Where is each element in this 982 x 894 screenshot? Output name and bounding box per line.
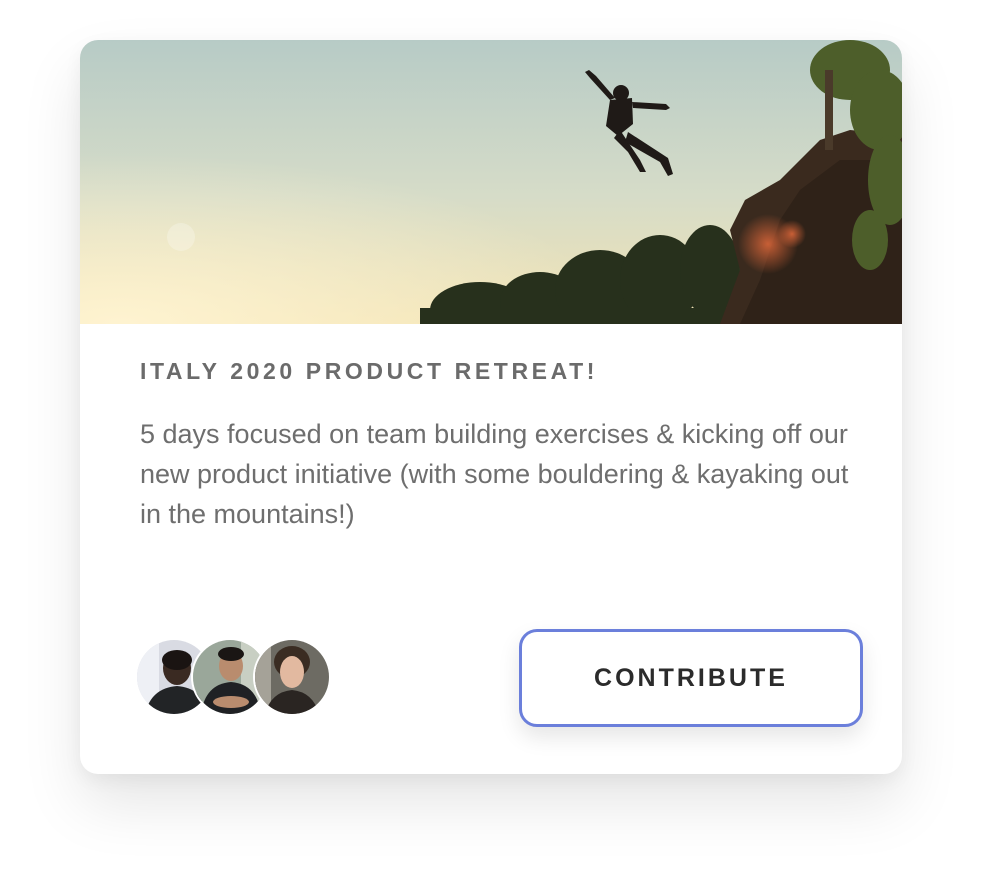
avatar [253, 638, 331, 716]
attendee-avatars [135, 638, 335, 718]
event-title: ITALY 2020 PRODUCT RETREAT! [140, 358, 599, 384]
hero-image [80, 40, 902, 324]
page: ITALY 2020 PRODUCT RETREAT! 5 days focus… [0, 0, 982, 894]
event-description: 5 days focused on team building exercise… [140, 419, 849, 529]
event-card: ITALY 2020 PRODUCT RETREAT! 5 days focus… [80, 40, 902, 774]
contribute-button[interactable]: CONTRIBUTE [519, 629, 863, 727]
